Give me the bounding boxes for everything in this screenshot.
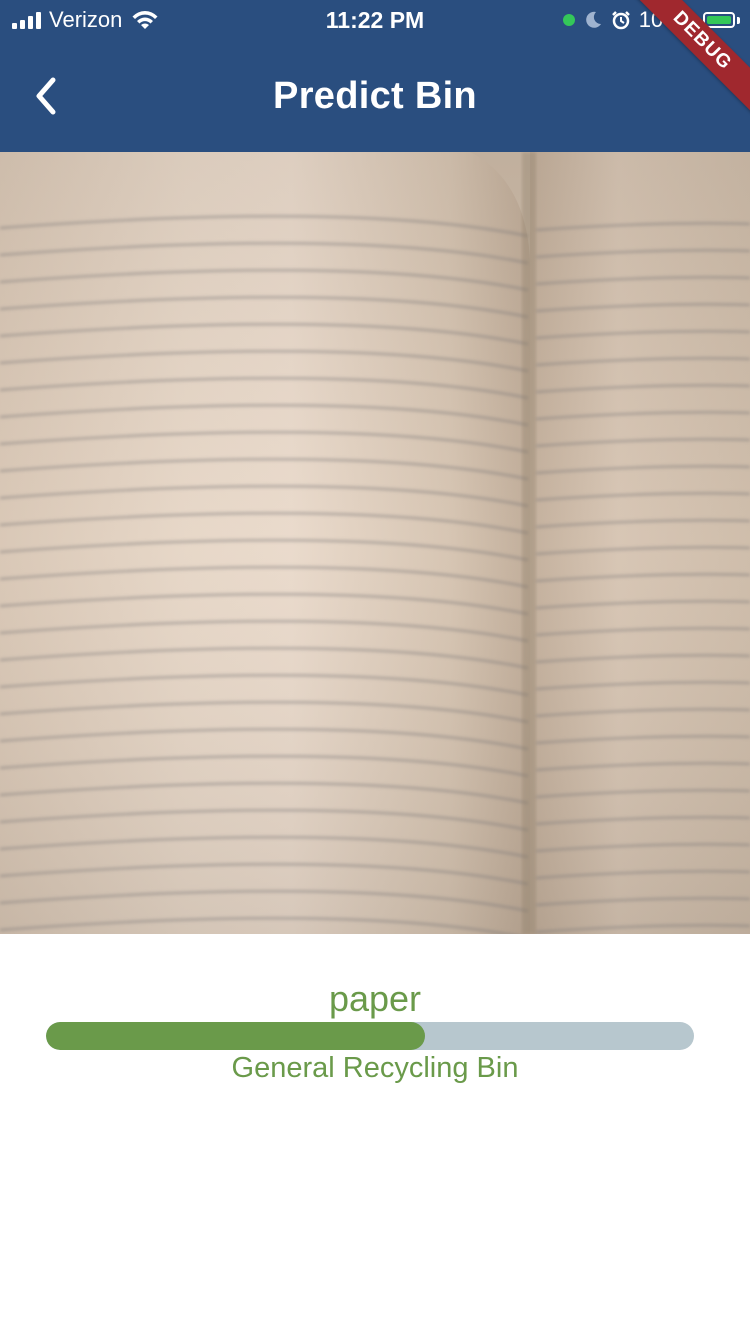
notebook-photo-image	[0, 152, 750, 934]
header: Verizon 11:22 PM 100%	[0, 0, 750, 152]
confidence-progress-bar	[46, 1022, 694, 1050]
bin-label: General Recycling Bin	[231, 1052, 519, 1084]
green-dot-icon	[562, 14, 575, 26]
moon-icon	[585, 11, 601, 28]
page-title: Predict Bin	[273, 75, 477, 117]
app-bar: Predict Bin	[0, 40, 750, 152]
confidence-progress-fill	[46, 1022, 426, 1050]
predicted-class-label: paper	[328, 978, 422, 1019]
alarm-icon	[611, 11, 630, 30]
status-bar: Verizon 11:22 PM 100%	[0, 0, 750, 40]
captured-photo	[0, 152, 750, 934]
prediction-result: paper General Recycling Bin	[0, 934, 750, 1334]
